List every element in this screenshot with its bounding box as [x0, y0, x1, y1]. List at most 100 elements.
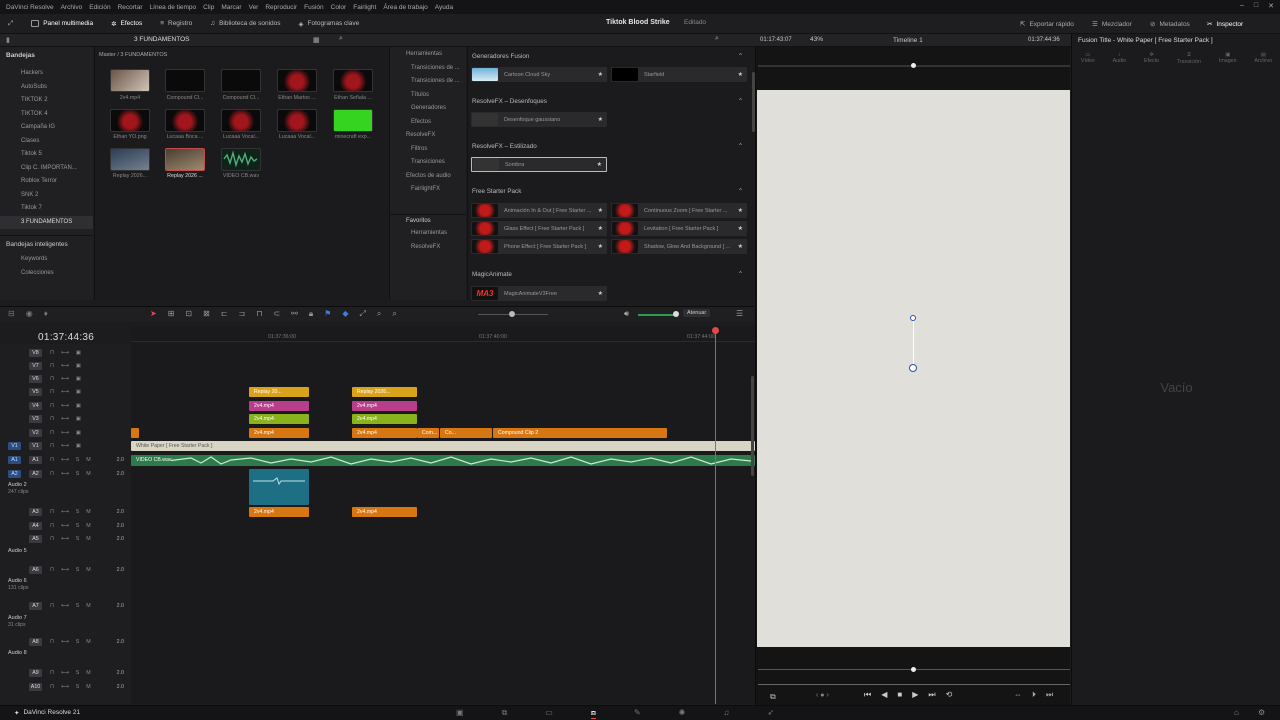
bin-item[interactable]: Hackers	[0, 67, 93, 81]
timeline-clip[interactable]: 2v4.mp4	[352, 401, 417, 411]
tab-transition[interactable]: ⧖ Transición	[1177, 52, 1201, 65]
clip-thumbnail[interactable]	[110, 109, 150, 132]
lock-icon[interactable]: ⊓	[50, 509, 54, 515]
star-icon[interactable]: ★	[738, 225, 743, 232]
clip-thumbnail[interactable]	[110, 148, 150, 171]
insert-icon[interactable]: ⊏	[221, 309, 228, 319]
trim-icon[interactable]: ⊞	[168, 309, 175, 319]
clip-thumbnail[interactable]	[221, 69, 261, 92]
pointer-icon[interactable]: ➤	[150, 309, 157, 319]
fairlight-page-icon[interactable]: ♫	[723, 708, 729, 719]
fx-item[interactable]: Levitation [ Free Starter Pack ] ★	[611, 221, 747, 236]
audio-thumbnail[interactable]	[221, 148, 261, 171]
lock-icon[interactable]: ⊓	[50, 536, 54, 542]
maximize-icon[interactable]: □	[1254, 2, 1258, 10]
bin-item[interactable]: Tiktok 7	[0, 202, 93, 216]
timeline-tracks[interactable]: 01:37:36:00 01:37:40:00 01:37:44:00 Repl…	[131, 326, 755, 704]
expand-icon[interactable]: ⤢	[0, 14, 22, 34]
tree-item[interactable]: Filtros	[390, 143, 466, 157]
mixer-button[interactable]: ☰ Mezclador	[1092, 14, 1132, 34]
cut-page-icon[interactable]: ⧉	[502, 708, 508, 719]
star-icon[interactable]: ★	[738, 207, 743, 214]
lock-icon[interactable]: ⊓	[50, 684, 54, 690]
monitor-icon[interactable]: ▣	[76, 350, 81, 356]
stepper-icon[interactable]: ‹ ● ›	[816, 692, 829, 699]
link-icon[interactable]: ⚯	[291, 309, 298, 319]
tab-file[interactable]: ▤ Archivo	[1254, 52, 1272, 65]
go-to-start-icon[interactable]: ⏮	[864, 690, 871, 700]
lock-icon[interactable]: ⊓	[50, 443, 54, 449]
bin-item[interactable]: Clip C. IMPORTAN...	[0, 162, 93, 176]
overwrite-icon[interactable]: ⊐	[239, 309, 246, 319]
volume-handle[interactable]	[673, 311, 679, 317]
media-pool-button[interactable]: Panel multimedia	[22, 14, 102, 34]
lock-icon[interactable]: ⊓	[50, 389, 54, 395]
timeline-clip[interactable]: 2v4.mp4	[249, 428, 309, 438]
menu-view[interactable]: Ver	[249, 4, 259, 11]
fx-item[interactable]: Phone Effect [ Free Starter Pack ] ★	[471, 239, 607, 254]
layout-icon[interactable]: ⊟	[8, 309, 15, 318]
audio-clip[interactable]	[249, 469, 309, 505]
bin-item[interactable]: Roblox Terror	[0, 175, 93, 189]
mute-button[interactable]: M	[86, 471, 90, 477]
effects-button[interactable]: ✲ Efectos	[102, 14, 151, 34]
timeline-clip[interactable]: White Paper [ Free Starter Pack ]	[131, 441, 755, 451]
mute-button[interactable]: M	[86, 457, 90, 463]
timeline-name[interactable]: Timeline 1	[893, 37, 923, 44]
solo-button[interactable]: S	[76, 509, 80, 515]
match-frame-icon[interactable]: ⇔	[1014, 690, 1022, 700]
menu-clip[interactable]: Clip	[203, 4, 214, 11]
timeline-clip[interactable]: 2v4.mp4	[249, 401, 309, 411]
source-patch-a2[interactable]: A2	[8, 469, 21, 478]
star-icon[interactable]: ★	[598, 243, 603, 250]
timeline-clip[interactable]: Com...	[417, 428, 439, 438]
link-icon[interactable]: ⟷	[61, 684, 69, 690]
solo-button[interactable]: S	[76, 523, 80, 529]
replace-icon[interactable]: ⊓	[256, 309, 262, 319]
clip-thumbnail[interactable]	[221, 109, 261, 132]
tree-item[interactable]: ResolveFX	[390, 241, 466, 255]
timeline-clip[interactable]: Replay 20...	[249, 387, 309, 397]
track-header-a2[interactable]: A2 A2 ⊓ ⟷ S M 2.0	[0, 467, 131, 480]
inspector-button[interactable]: ✂ Inspector	[1207, 14, 1243, 34]
bin-item[interactable]: TIKTOK 2	[0, 94, 93, 108]
viewer-options-icon[interactable]: ⧉	[770, 692, 776, 702]
step-back-icon[interactable]: ◀	[881, 690, 887, 700]
solo-button[interactable]: S	[76, 536, 80, 542]
tab-video[interactable]: ▭ Vídeo	[1081, 52, 1095, 65]
clip-thumbnail[interactable]	[165, 69, 205, 92]
lock-icon[interactable]: ⊓	[50, 639, 54, 645]
tab-effect[interactable]: ✲ Efecto	[1144, 52, 1159, 65]
scrub-handle[interactable]	[911, 63, 916, 68]
link-icon[interactable]: ⟷	[61, 603, 69, 609]
tab-image[interactable]: ▣ Imagen	[1219, 52, 1237, 65]
zoom-fit-icon[interactable]: ⤢	[359, 309, 365, 319]
track-header-a8[interactable]: A8 ⊓ ⟷ S M 2.0	[0, 635, 131, 648]
link-icon[interactable]: ⟷	[61, 523, 69, 529]
menu-color[interactable]: Color	[331, 4, 347, 11]
edit-page-active-icon[interactable]: ⧈	[590, 708, 596, 719]
tab-audio[interactable]: ♪ Audio	[1113, 52, 1127, 65]
monitor-icon[interactable]: ▣	[76, 416, 81, 422]
clip-thumbnail[interactable]	[277, 69, 317, 92]
menu-playback[interactable]: Reproducir	[265, 4, 297, 11]
smart-bin-item[interactable]: Keywords	[0, 253, 93, 267]
tree-item[interactable]: ResolveFX	[390, 129, 466, 143]
star-icon[interactable]: ★	[738, 71, 743, 78]
fusion-page-icon[interactable]: ✎	[634, 708, 641, 719]
lock-icon[interactable]: ⊓	[50, 416, 54, 422]
bin-item[interactable]: Clases	[0, 135, 93, 149]
bin-item-selected[interactable]: 3 FUNDAMENTOS	[0, 215, 93, 229]
monitor-icon[interactable]: ▣	[76, 389, 81, 395]
solo-button[interactable]: S	[76, 670, 80, 676]
track-header-a9[interactable]: A9 ⊓ ⟷ S M 2.0	[0, 666, 131, 679]
marker-icon[interactable]: ◆	[342, 309, 348, 319]
close-icon[interactable]: ✕	[1268, 2, 1274, 10]
stop-icon[interactable]: ■	[897, 690, 902, 700]
edit-page-icon[interactable]: ▭	[545, 708, 553, 719]
link-icon[interactable]: ⟷	[61, 416, 69, 422]
timeline-clip[interactable]: 2v4.mp4	[352, 428, 417, 438]
link-icon[interactable]: ⟷	[61, 457, 69, 463]
lock-icon[interactable]: ⊓	[50, 376, 54, 382]
solo-button[interactable]: S	[76, 471, 80, 477]
